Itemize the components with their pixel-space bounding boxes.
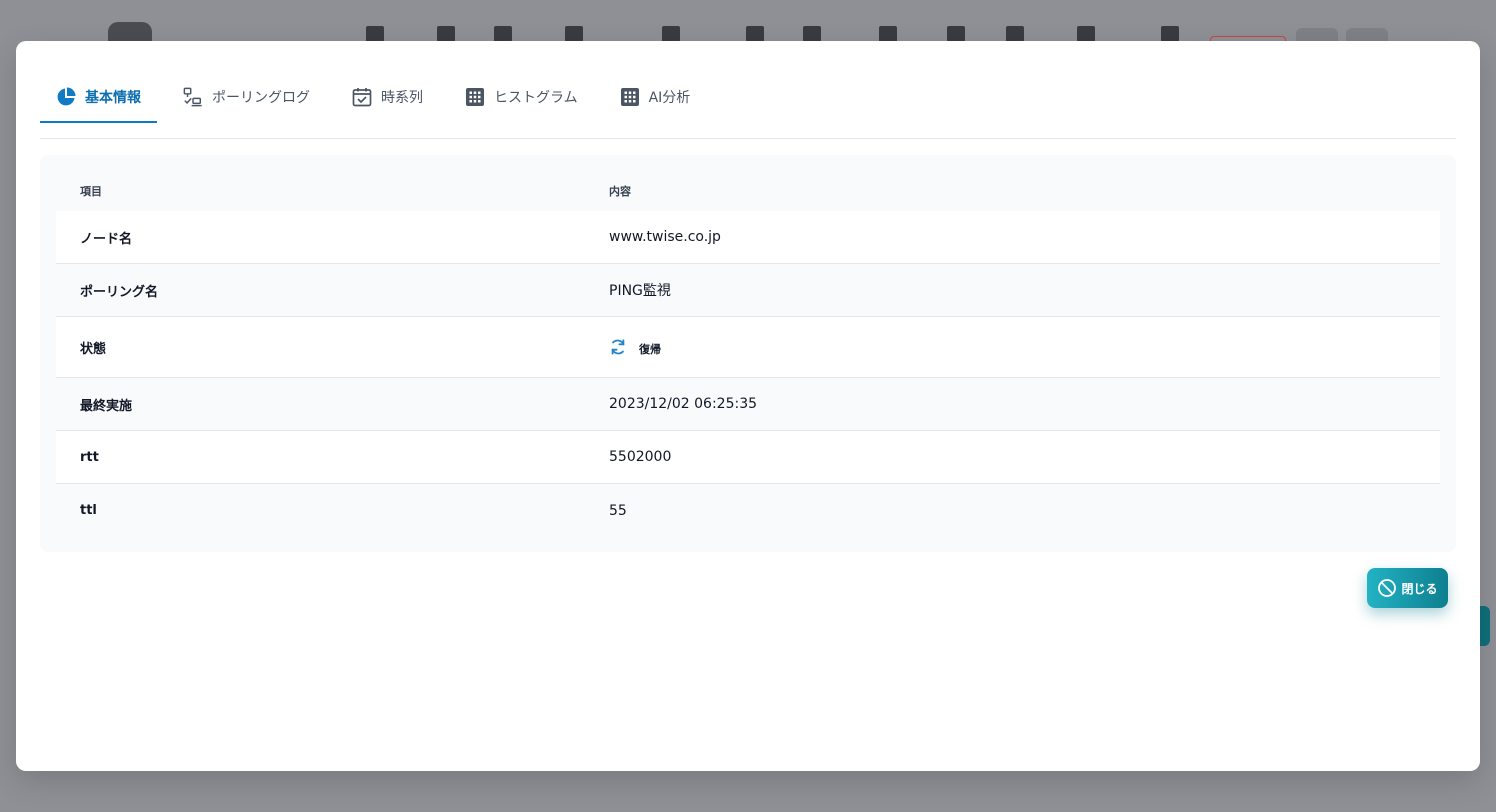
tab-label: 時系列 bbox=[381, 90, 423, 106]
background-map-icon bbox=[437, 26, 455, 42]
close-button-label: 閉じる bbox=[1401, 581, 1438, 596]
row-label: 状態 bbox=[80, 341, 107, 357]
tab-histogram[interactable]: ヒストグラム bbox=[449, 71, 594, 123]
tab-polling-log[interactable]: ポーリングログ bbox=[167, 71, 326, 123]
background-gear-icon bbox=[1161, 26, 1179, 42]
background-check-icon bbox=[947, 26, 965, 42]
table-row: ttl 55 bbox=[56, 484, 1440, 537]
grid-icon bbox=[620, 88, 639, 106]
tab-basic-info[interactable]: 基本情報 bbox=[40, 71, 157, 123]
pie-chart-icon bbox=[57, 87, 76, 106]
table-row: ポーリング名 PING監視 bbox=[56, 264, 1440, 317]
tab-label: AI分析 bbox=[648, 90, 691, 106]
ban-icon bbox=[1378, 579, 1397, 597]
tab-label: ヒストグラム bbox=[494, 90, 578, 106]
polling-detail-modal: 基本情報 ポーリングログ 時系列 ヒストグラム AI分析 項目 内容 ノード名 … bbox=[16, 41, 1480, 771]
close-button[interactable]: 閉じる bbox=[1367, 568, 1448, 608]
table-row: 最終実施 2023/12/02 06:25:35 bbox=[56, 378, 1440, 431]
row-value: 55 bbox=[609, 502, 627, 519]
row-value: 5502000 bbox=[609, 449, 672, 465]
table-row: rtt 5502000 bbox=[56, 431, 1440, 484]
header-content: 内容 bbox=[609, 185, 631, 198]
background-topology-icon bbox=[366, 26, 384, 42]
row-label: ポーリング名 bbox=[80, 284, 159, 300]
tab-label: ポーリングログ bbox=[212, 90, 310, 106]
background-calendar2-icon bbox=[803, 26, 821, 42]
network-check-icon bbox=[183, 87, 202, 107]
tab-ai-analysis[interactable]: AI分析 bbox=[604, 71, 707, 123]
background-polling-icon bbox=[565, 26, 583, 42]
row-label: rtt bbox=[80, 449, 99, 465]
table-header: 項目 内容 bbox=[56, 171, 1440, 211]
background-square-icon bbox=[494, 26, 512, 42]
grid-icon bbox=[466, 88, 484, 106]
background-calendar-icon bbox=[746, 26, 764, 42]
header-item: 項目 bbox=[80, 185, 102, 198]
background-palette-icon bbox=[1006, 26, 1024, 42]
row-value: www.twise.co.jp bbox=[609, 229, 721, 245]
background-checklist-icon bbox=[662, 26, 680, 42]
table-row: 状態 復帰 bbox=[56, 317, 1440, 378]
row-label: ttl bbox=[80, 503, 97, 518]
background-chart-icon bbox=[1077, 26, 1095, 42]
basic-info-table: 項目 内容 ノード名 www.twise.co.jp ポーリング名 PING監視… bbox=[40, 155, 1456, 552]
row-label: ノード名 bbox=[80, 231, 133, 247]
tab-time-series[interactable]: 時系列 bbox=[336, 71, 439, 123]
row-value: 2023/12/02 06:25:35 bbox=[609, 396, 758, 412]
refresh-icon bbox=[611, 339, 625, 355]
table-row: ノード名 www.twise.co.jp bbox=[56, 211, 1440, 264]
tab-bar: 基本情報 ポーリングログ 時系列 ヒストグラム AI分析 bbox=[40, 71, 1456, 139]
status-text: 復帰 bbox=[639, 343, 661, 356]
status-value: 復帰 bbox=[609, 337, 1440, 357]
row-label: 最終実施 bbox=[80, 398, 133, 414]
tab-label: 基本情報 bbox=[85, 90, 141, 106]
row-value: PING監視 bbox=[609, 283, 671, 299]
background-warning-icon bbox=[879, 26, 897, 42]
calendar-check-icon bbox=[352, 88, 372, 107]
